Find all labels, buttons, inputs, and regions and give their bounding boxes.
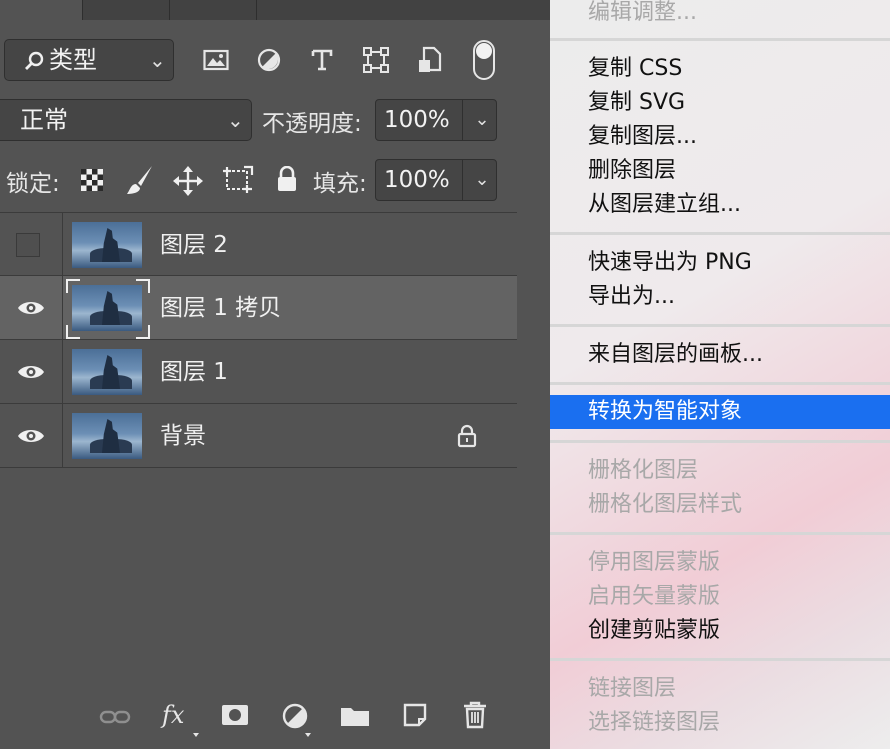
lock-transparent-pixels-icon[interactable]: [80, 168, 104, 192]
opacity-chevron-icon[interactable]: ⌄: [468, 100, 496, 140]
fill-chevron-icon[interactable]: ⌄: [468, 160, 496, 200]
adjustment-filter-icon[interactable]: [257, 48, 281, 72]
thumbnail-selection-corner: [66, 325, 80, 339]
layer-name[interactable]: 背景: [160, 404, 206, 468]
adjustment-layer-icon[interactable]: [282, 703, 308, 729]
visibility-toggle[interactable]: [0, 340, 63, 403]
eye-icon[interactable]: [17, 363, 45, 381]
menu-item-export-as[interactable]: 导出为...: [550, 280, 890, 314]
layers-list: 图层 2 图层 1 拷贝 图层 1 背景: [0, 212, 517, 468]
smart-object-filter-icon[interactable]: [418, 46, 442, 74]
thumbnail-selection-corner: [136, 325, 150, 339]
panel-tab-bar: [0, 0, 550, 20]
opacity-label: 不透明度:: [262, 111, 362, 137]
blend-mode-value: 正常: [20, 106, 68, 134]
chevron-down-icon: ⌄: [227, 108, 244, 132]
visibility-empty-checkbox[interactable]: [16, 233, 40, 257]
visibility-toggle[interactable]: [0, 276, 63, 339]
filter-kind-dropdown[interactable]: 类型 ⌄: [4, 39, 174, 81]
new-layer-icon[interactable]: [403, 703, 427, 727]
menu-item-enable-vector-mask: 启用矢量蒙版: [588, 584, 721, 609]
menu-separator: [550, 324, 890, 327]
fx-menu-caret-icon: [193, 733, 199, 737]
lock-label: 锁定:: [6, 171, 60, 197]
layer-name[interactable]: 图层 1: [160, 340, 228, 404]
chevron-down-icon: ⌄: [149, 48, 166, 72]
menu-separator: [550, 38, 890, 41]
visibility-toggle[interactable]: [0, 404, 63, 467]
image-filter-icon[interactable]: [203, 48, 229, 72]
layer-context-menu: 编辑调整... 复制 CSS 复制 SVG 复制图层... 删除图层 从图层建立…: [550, 0, 890, 749]
menu-item-select-linked-layers: 选择链接图层: [588, 710, 721, 735]
opacity-value[interactable]: 100%: [384, 100, 450, 140]
lock-all-icon[interactable]: [276, 166, 298, 192]
layer-thumbnail: [72, 285, 142, 331]
menu-item-link-layers: 链接图层: [588, 676, 677, 701]
layer-row[interactable]: 图层 2: [0, 212, 517, 276]
menu-item-copy-css[interactable]: 复制 CSS: [550, 52, 890, 86]
fill-label: 填充:: [313, 171, 367, 197]
menu-item-disable-layer-mask: 停用图层蒙版: [588, 550, 721, 575]
menu-item-delete-layer[interactable]: 删除图层: [550, 154, 890, 188]
menu-item-duplicate-layer[interactable]: 复制图层...: [550, 120, 890, 154]
menu-separator: [550, 440, 890, 443]
type-filter-icon[interactable]: [310, 48, 334, 72]
menu-item-artboard-from-layers[interactable]: 来自图层的画板...: [550, 338, 890, 372]
filter-toggle-switch[interactable]: [473, 40, 495, 80]
menu-separator: [550, 232, 890, 235]
lock-position-move-icon[interactable]: [173, 166, 203, 196]
link-icon[interactable]: [99, 709, 131, 725]
tab-layers[interactable]: [0, 0, 83, 20]
menu-separator: [550, 532, 890, 535]
fill-value[interactable]: 100%: [384, 160, 450, 200]
layer-row[interactable]: 背景: [0, 404, 517, 468]
tab-channels[interactable]: [83, 0, 170, 20]
layer-thumbnail: [72, 413, 142, 459]
layer-thumbnail: [72, 222, 142, 268]
menu-item-copy-svg[interactable]: 复制 SVG: [550, 86, 890, 120]
menu-item-quick-export-png[interactable]: 快速导出为 PNG: [550, 246, 890, 280]
eye-icon[interactable]: [17, 299, 45, 317]
menu-item-rasterize-layer-style: 栅格化图层样式: [588, 492, 743, 517]
layer-thumbnail: [72, 349, 142, 395]
menu-separator: [550, 658, 890, 661]
fill-field[interactable]: 100% ⌄: [375, 159, 497, 201]
opacity-field[interactable]: 100% ⌄: [375, 99, 497, 141]
thumbnail-selection-corner: [66, 279, 80, 293]
menu-item-group-from-layers[interactable]: 从图层建立组...: [550, 188, 890, 222]
trash-icon[interactable]: [462, 701, 488, 729]
menu-item-rasterize-layer: 栅格化图层: [588, 458, 699, 483]
layer-name[interactable]: 图层 2: [160, 213, 228, 277]
lock-icon: [457, 424, 477, 448]
thumbnail-selection-corner: [136, 279, 150, 293]
eye-icon[interactable]: [17, 427, 45, 445]
tab-paths[interactable]: [170, 0, 257, 20]
shape-filter-icon[interactable]: [363, 47, 389, 73]
folder-icon[interactable]: [340, 705, 370, 727]
fx-icon[interactable]: fx: [162, 701, 184, 729]
menu-item-create-clipping-mask[interactable]: 创建剪贴蒙版: [550, 614, 890, 648]
layer-row-selected[interactable]: 图层 1 拷贝: [0, 276, 517, 340]
menu-item-edit-adjustment: 编辑调整...: [588, 0, 697, 25]
blend-mode-dropdown[interactable]: 正常 ⌄: [0, 99, 252, 141]
filter-kind-label: 类型: [49, 46, 97, 74]
mask-icon[interactable]: [221, 704, 249, 726]
layer-row[interactable]: 图层 1: [0, 340, 517, 404]
layers-bottom-toolbar: fx: [0, 695, 550, 749]
menu-item-convert-to-smart-object[interactable]: 转换为智能对象: [550, 395, 890, 429]
visibility-toggle[interactable]: [0, 213, 63, 276]
lock-image-pixels-brush-icon[interactable]: [125, 164, 155, 196]
layer-name[interactable]: 图层 1 拷贝: [160, 276, 281, 340]
adjustment-menu-caret-icon: [305, 733, 311, 737]
layers-panel: 类型 ⌄ 正常 ⌄ 不透明度: 100% ⌄ 锁定: 填充: 100% ⌄ 图层…: [0, 0, 550, 749]
lock-artboard-icon[interactable]: [222, 164, 254, 194]
search-icon: [25, 51, 44, 70]
menu-separator: [550, 382, 890, 385]
